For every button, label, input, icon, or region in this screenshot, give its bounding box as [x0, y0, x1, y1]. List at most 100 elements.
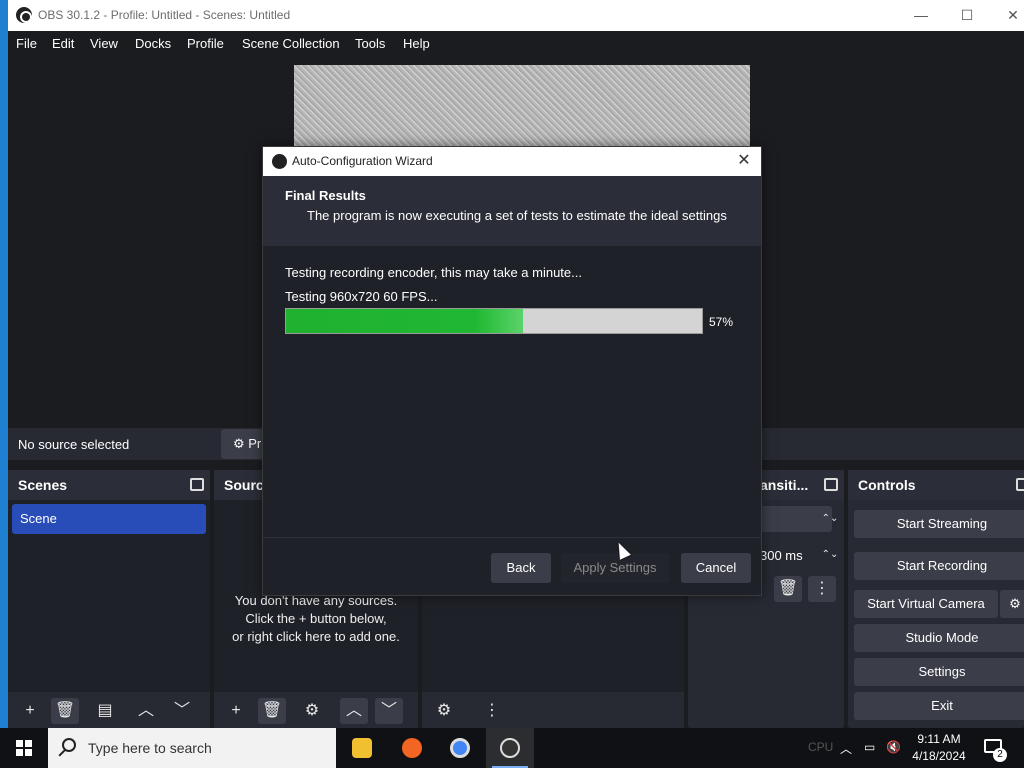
chevron-up-icon[interactable]: ︿: [840, 740, 852, 757]
menu-docks[interactable]: Docks: [135, 36, 171, 51]
apply-settings-button[interactable]: Apply Settings: [561, 553, 669, 583]
undock-icon[interactable]: [1016, 478, 1024, 491]
taskbar-search-box[interactable]: Type here to search: [48, 728, 336, 768]
maximize-button[interactable]: ☐: [952, 4, 982, 26]
file-explorer-taskbar-button[interactable]: [338, 728, 386, 768]
firefox-icon: [402, 738, 422, 758]
trash-icon[interactable]: 🗑: [258, 698, 286, 724]
close-icon[interactable]: ✕: [733, 150, 755, 172]
transition-duration[interactable]: 300 ms: [760, 548, 803, 563]
menu-profile[interactable]: Profile: [187, 36, 224, 51]
search-placeholder: Type here to search: [88, 740, 212, 756]
obs-logo-icon: [272, 154, 287, 169]
chrome-icon: [450, 738, 470, 758]
no-sources-message: You don't have any sources. Click the + …: [214, 592, 418, 646]
preview-canvas: [294, 65, 750, 147]
scenes-dock: Scenes Scene + 🗑 ▤ ︿ ﹀: [8, 470, 210, 728]
chevron-down-icon[interactable]: ﹀: [168, 698, 196, 724]
notification-count: 2: [993, 748, 1007, 762]
scenes-list: Scene: [8, 500, 210, 692]
volume-muted-icon[interactable]: 🔇: [886, 740, 901, 754]
scene-list-item[interactable]: Scene: [12, 504, 206, 534]
test-detail-text: Testing 960x720 60 FPS...: [285, 289, 438, 304]
dialog-footer: Back Apply Settings Cancel: [263, 537, 761, 595]
menu-bar: File Edit View Docks Profile Scene Colle…: [8, 31, 1024, 56]
search-icon: [62, 738, 76, 752]
controls-dock: Controls Start Streaming Start Recording…: [848, 470, 1024, 728]
test-status-text: Testing recording encoder, this may take…: [285, 265, 582, 280]
taskbar-clock[interactable]: 9:11 AM 4/18/2024: [908, 731, 970, 765]
folder-icon: [352, 738, 372, 758]
no-sources-line: Click the + button below,: [245, 611, 387, 626]
auto-config-dialog: Auto-Configuration Wizard ✕ Final Result…: [262, 146, 762, 596]
obs-taskbar-button[interactable]: [486, 728, 534, 768]
scenes-dock-header: Scenes: [8, 470, 210, 500]
desktop-edge: [0, 0, 8, 728]
studio-mode-button[interactable]: Studio Mode: [854, 624, 1024, 652]
settings-button[interactable]: Settings: [854, 658, 1024, 686]
chevron-up-icon[interactable]: ︿: [132, 698, 160, 724]
menu-file[interactable]: File: [16, 36, 37, 51]
filter-icon[interactable]: ▤: [91, 698, 119, 724]
dialog-subheading: The program is now executing a set of te…: [307, 208, 727, 223]
chrome-taskbar-button[interactable]: [436, 728, 484, 768]
undock-icon[interactable]: [824, 478, 838, 491]
obs-logo-icon: [16, 7, 32, 23]
test-progress-bar: [285, 308, 703, 334]
chevron-down-icon[interactable]: ﹀: [375, 698, 403, 724]
trash-icon[interactable]: 🗑: [774, 576, 802, 602]
menu-tools[interactable]: Tools: [355, 36, 385, 51]
scenes-dock-title: Scenes: [18, 477, 68, 493]
progress-percent-label: 57%: [709, 315, 734, 329]
windows-logo-icon: [16, 740, 32, 756]
dialog-title: Auto-Configuration Wizard: [292, 154, 433, 168]
start-button[interactable]: [0, 728, 48, 768]
menu-help[interactable]: Help: [403, 36, 430, 51]
dialog-titlebar: Auto-Configuration Wizard ✕: [263, 147, 761, 176]
firefox-taskbar-button[interactable]: [388, 728, 436, 768]
hidden-status-text: CPU: [808, 740, 834, 754]
sources-toolbar: + 🗑 ⚙ ︿ ﹀: [214, 692, 418, 728]
close-window-button[interactable]: ✕: [998, 4, 1024, 26]
progress-fill: [286, 309, 524, 333]
dialog-heading: Final Results: [285, 188, 366, 203]
scenes-toolbar: + 🗑 ▤ ︿ ﹀: [8, 692, 210, 728]
controls-dock-header: Controls: [848, 470, 1024, 500]
exit-button[interactable]: Exit: [854, 692, 1024, 720]
start-streaming-button[interactable]: Start Streaming: [854, 510, 1024, 538]
start-recording-button[interactable]: Start Recording: [854, 552, 1024, 580]
menu-edit[interactable]: Edit: [52, 36, 74, 51]
audio-mixer-toolbar: ⚙ ⋮: [422, 692, 684, 728]
more-vertical-icon[interactable]: ⋮: [478, 698, 506, 724]
window-title: OBS 30.1.2 - Profile: Untitled - Scenes:…: [38, 8, 291, 22]
sources-dock-title: Sourc: [224, 477, 264, 493]
no-sources-line: or right click here to add one.: [232, 629, 400, 644]
chevron-down-icon[interactable]: ⌃⌄: [816, 506, 844, 532]
dialog-header: Final Results The program is now executi…: [263, 176, 761, 246]
transitions-dock-title: ansiti...: [760, 477, 809, 493]
minimize-button[interactable]: —: [906, 4, 936, 26]
menu-scene-collection[interactable]: Scene Collection: [242, 36, 340, 51]
back-button[interactable]: Back: [491, 553, 551, 583]
gear-icon[interactable]: ⚙: [430, 698, 458, 724]
no-source-label: No source selected: [18, 437, 130, 452]
dialog-body: Testing recording encoder, this may take…: [263, 251, 761, 537]
obs-logo-icon: [500, 738, 520, 758]
clock-time: 9:11 AM: [917, 732, 961, 746]
plus-icon[interactable]: +: [16, 698, 44, 724]
controls-dock-title: Controls: [858, 477, 916, 493]
clock-date: 4/18/2024: [912, 749, 966, 763]
undock-icon[interactable]: [190, 478, 204, 491]
duration-stepper[interactable]: ⌃⌄: [816, 542, 844, 568]
cancel-button[interactable]: Cancel: [681, 553, 751, 583]
start-virtual-camera-button[interactable]: Start Virtual Camera: [854, 590, 998, 618]
gear-icon[interactable]: ⚙: [1000, 590, 1024, 618]
window-titlebar: OBS 30.1.2 - Profile: Untitled - Scenes:…: [8, 0, 1024, 31]
chevron-up-icon[interactable]: ︿: [340, 698, 368, 724]
trash-icon[interactable]: 🗑: [51, 698, 79, 724]
plus-icon[interactable]: +: [222, 698, 250, 724]
menu-view[interactable]: View: [90, 36, 118, 51]
more-vertical-icon[interactable]: ⋮: [808, 576, 836, 602]
gear-icon[interactable]: ⚙: [298, 698, 326, 724]
network-icon[interactable]: ▭: [864, 740, 875, 754]
